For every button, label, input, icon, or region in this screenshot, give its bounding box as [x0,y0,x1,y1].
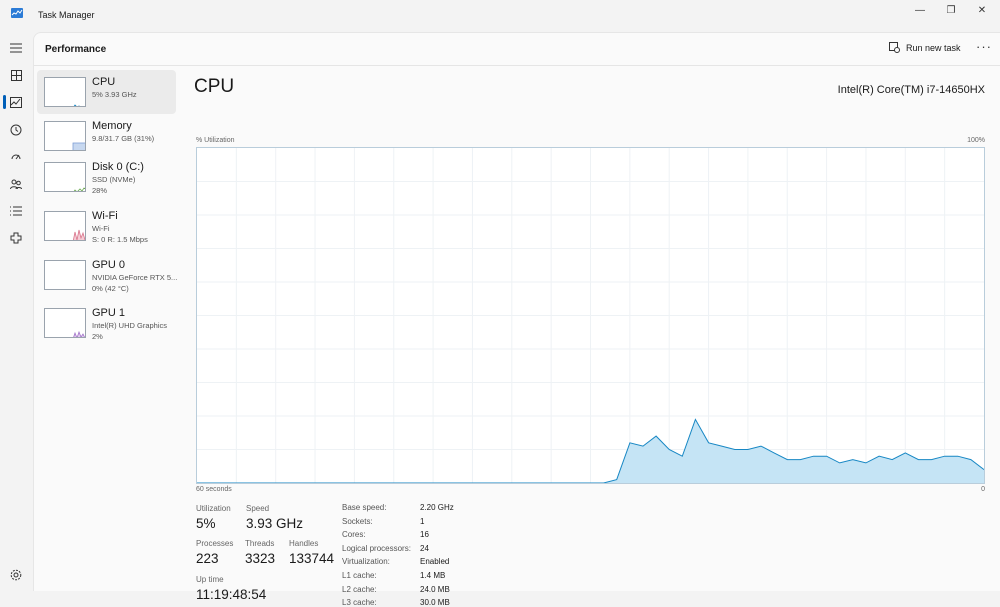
device-name: GPU 0 [92,259,126,271]
side-navigation [0,32,33,591]
spec-label: L2 cache: [342,584,377,594]
device-detail: NVIDIA GeForce RTX 5... [92,273,178,282]
device-detail: 5% 3.93 GHz [92,90,137,99]
spec-label: Cores: [342,530,366,540]
gpu1-thumbnail [44,308,86,338]
performance-panel: Performance Run new task ··· CPU 5% 3.93… [33,32,1000,607]
spec-value: 24 [420,543,429,553]
page-title: Performance [45,44,107,55]
device-name: Wi-Fi [92,210,118,222]
spec-label: Base speed: [342,503,387,512]
device-name: GPU 1 [92,307,126,319]
threads-value: 3323 [245,551,276,566]
threads-label: Threads [245,539,275,548]
device-name: Disk 0 (C:) [92,161,144,173]
performance-icon[interactable] [8,94,24,110]
settings-icon[interactable] [8,567,24,583]
restore-button[interactable]: ❐ [934,0,968,20]
startup-apps-icon[interactable] [8,149,24,165]
users-icon[interactable] [8,176,24,192]
cpu-detail: CPU Intel(R) Core(TM) i7-14650HX % Utili… [194,67,994,607]
spec-value: 1.4 MB [420,571,446,580]
utilization-label: Utilization [196,504,231,513]
spec-value: 24.0 MB [420,584,450,594]
device-detail: SSD (NVMe) [92,175,136,184]
device-detail: 9.8/31.7 GB (31%) [92,134,155,143]
wifi-thumbnail [44,211,86,241]
page-header: Performance Run new task ··· [34,33,1000,66]
device-item-wifi[interactable]: Wi-Fi Wi-Fi S: 0 R: 1.5 Mbps [37,204,176,248]
title-bar: Task Manager — ❐ ✕ [0,0,1000,32]
y-axis-label: % Utilization [196,137,235,144]
device-item-gpu0[interactable]: GPU 0 NVIDIA GeForce RTX 5... 0% (42 °C) [37,253,178,297]
task-manager-icon [11,8,23,18]
spec-label: L3 cache: [342,598,377,607]
device-detail-2: S: 0 R: 1.5 Mbps [92,235,148,244]
spec-value: 1 [420,516,425,526]
spec-label: L1 cache: [342,571,377,580]
memory-thumbnail [44,121,86,151]
spec-label: Virtualization: [342,557,390,567]
spec-label: Sockets: [342,516,373,526]
x-axis-right-label: 0 [981,486,985,493]
device-item-memory[interactable]: Memory 9.8/31.7 GB (31%) [37,114,176,158]
utilization-value: 5% [196,516,216,531]
device-detail-2: 2% [92,332,103,341]
device-detail-2: 0% (42 °C) [92,284,129,293]
gpu0-thumbnail [44,260,86,290]
uptime-label: Up time [196,575,224,584]
services-icon[interactable] [8,230,24,246]
cpu-thumbnail [44,77,86,107]
y-axis-max-label: 100% [967,137,985,144]
device-name: Memory [92,120,132,132]
disk-thumbnail [44,162,86,192]
close-button[interactable]: ✕ [965,0,999,20]
cpu-heading: CPU [194,76,235,97]
run-new-task-label: Run new task [906,42,961,53]
more-options-button[interactable]: ··· [976,39,992,54]
device-name: CPU [92,76,116,88]
device-detail: Intel(R) UHD Graphics [92,321,168,330]
cpu-utilization-graph [196,147,985,484]
speed-value: 3.93 GHz [246,516,304,531]
run-task-icon [889,42,900,53]
device-detail-2: 28% [92,186,108,195]
processes-value: 223 [196,551,219,566]
spec-label: Logical processors: [342,543,411,553]
spec-value: 2.20 GHz [420,503,454,512]
cpu-model: Intel(R) Core(TM) i7-14650HX [837,84,985,96]
device-item-gpu1[interactable]: GPU 1 Intel(R) UHD Graphics 2% [37,301,176,345]
processes-icon[interactable] [8,67,24,83]
spec-value: Enabled [420,557,450,567]
handles-value: 133744 [289,551,335,566]
spec-value: 30.0 MB [420,598,450,607]
device-detail: Wi-Fi [92,224,110,233]
spec-value: 16 [420,530,429,540]
app-history-icon[interactable] [8,122,24,138]
minimize-button[interactable]: — [903,0,937,20]
processes-label: Processes [196,539,234,548]
device-item-disk[interactable]: Disk 0 (C:) SSD (NVMe) 28% [37,155,176,199]
speed-label: Speed [246,504,270,513]
hamburger-icon[interactable] [8,40,24,56]
nav-active-indicator [3,95,6,109]
x-axis-left-label: 60 seconds [196,486,232,493]
uptime-value: 11:19:48:54 [196,587,267,602]
run-new-task-button[interactable]: Run new task [889,42,961,53]
window-title: Task Manager [38,10,95,20]
device-item-cpu[interactable]: CPU 5% 3.93 GHz [37,70,176,114]
cpu-graph-svg [197,148,985,484]
handles-label: Handles [289,539,319,548]
details-icon[interactable] [8,203,24,219]
